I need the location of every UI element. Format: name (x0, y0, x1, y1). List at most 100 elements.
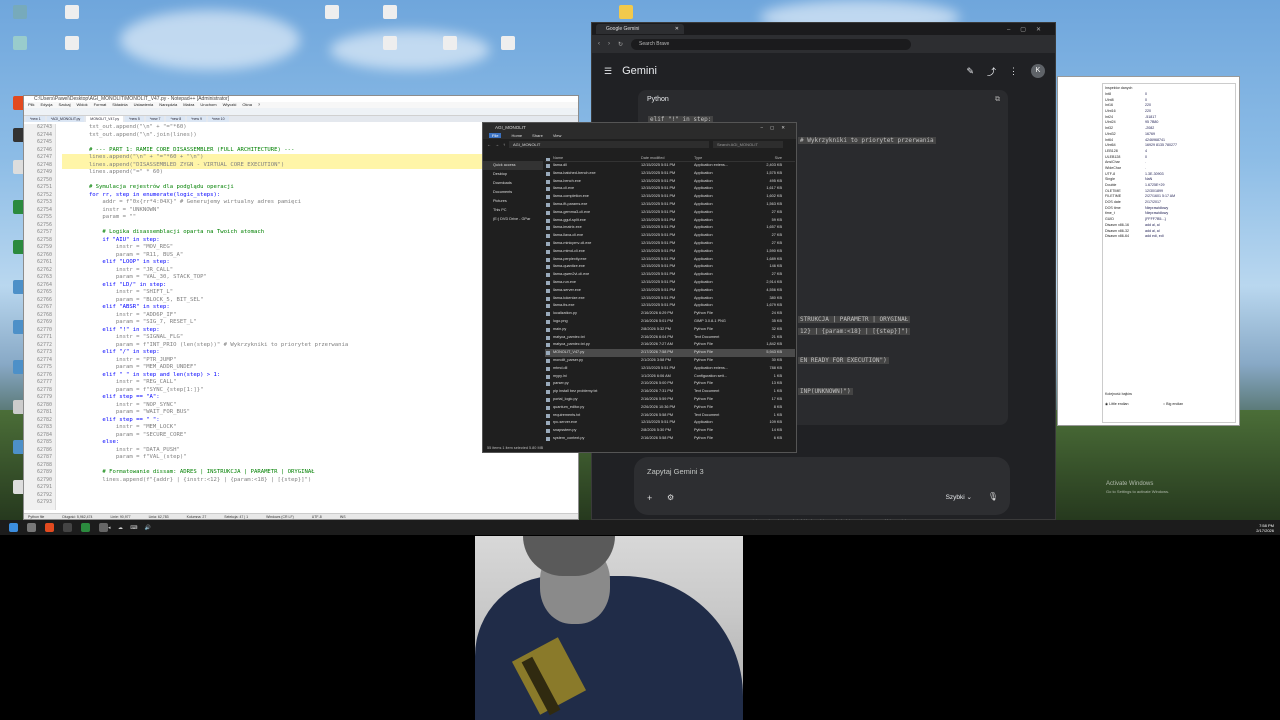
taskbar-item[interactable] (27, 523, 36, 532)
file-row[interactable]: llama-completion.exe 12/15/2025 5:51 PM Ap… (545, 193, 795, 201)
file-row[interactable]: portal_logic.py 2/16/2026 5:59 PM Python F… (545, 396, 795, 404)
file-row[interactable]: llama-tts.exe 12/15/2025 5:51 PM Applicati… (545, 302, 795, 310)
sidebar-item[interactable]: Desktop (483, 170, 543, 179)
start-icon[interactable] (9, 523, 18, 532)
python-icon[interactable] (606, 5, 646, 20)
mode-selector[interactable]: Szybki ⌄ (946, 493, 972, 501)
file-row[interactable]: rpc-server.exe 12/15/2025 5:51 PM Applicat… (545, 419, 795, 427)
desktop-icon[interactable] (488, 36, 528, 51)
taskbar-item[interactable] (99, 523, 108, 532)
desktop-icon[interactable] (430, 36, 470, 51)
ribbon-tab[interactable]: Share (532, 133, 543, 138)
file-row[interactable]: llama-mtmd-cli.exe 12/15/2025 5:51 PM Appl… (545, 248, 795, 256)
file-row[interactable]: logo.png 2/16/2026 5:01 PM GIMP 3.0.8-1 PN… (545, 318, 795, 326)
sidebar-item[interactable]: Pictures (483, 197, 543, 206)
menu-item[interactable]: Format (94, 102, 107, 107)
file-row[interactable]: matyca_pamiec.txt.py 2/16/2026 7:27 AM Pyt… (545, 341, 795, 349)
share-icon[interactable]: ⤴ (987, 65, 996, 78)
file-row[interactable]: mtmd.dll 12/15/2025 5:51 PM Application ex… (545, 365, 795, 373)
sidebar-item[interactable]: Downloads (483, 179, 543, 188)
file-row[interactable]: llama-batched-bench.exe 12/15/2025 5:51 P… (545, 170, 795, 178)
file-row[interactable]: llama-gguf-split.exe 12/15/2025 5:51 PM Ap… (545, 217, 795, 225)
menu-item[interactable]: Składnia (112, 102, 127, 107)
hex-editor-window[interactable]: Inspektor danych Int8 0 UInt8 0 Int16 220 UInt… (1057, 76, 1240, 426)
file-row[interactable]: llama-server.exe 12/15/2025 5:51 PM Applic… (545, 287, 795, 295)
menu-item[interactable]: ? (258, 102, 260, 107)
window-controls[interactable]: –▢✕ (760, 123, 792, 132)
file-row[interactable]: llama-run.exe 12/15/2025 5:51 PM Applicati… (545, 279, 795, 287)
back-icon[interactable]: ← (487, 142, 491, 147)
copy-icon[interactable]: ⧉ (995, 96, 1000, 104)
sidebar-item[interactable]: Documents (483, 188, 543, 197)
prompt-box[interactable]: Zapytaj Gemini 3 + ⚙ Szybki ⌄ 🎙 (634, 457, 1010, 515)
desktop-icon[interactable] (370, 5, 410, 20)
file-row[interactable]: llama-minicpmv-cli.exe 12/15/2025 5:51 PM… (545, 240, 795, 248)
ribbon-tab[interactable]: File (489, 133, 502, 138)
file-row[interactable]: localization.py 2/16/2026 6:29 PM Python F… (545, 310, 795, 318)
desktop-icon[interactable] (0, 5, 40, 20)
file-row[interactable]: system_context.py 2/16/2026 5:58 PM Python… (545, 435, 795, 443)
address-bar[interactable]: Search Brave (631, 38, 912, 50)
clock[interactable]: 7:58 PM 2/17/2026 (1256, 523, 1280, 533)
menu-item[interactable]: Ustawienia (134, 102, 154, 107)
file-row[interactable]: parser.py 2/10/2026 5:00 PM Python File 13 … (545, 380, 795, 388)
brave-taskbar-icon[interactable] (45, 523, 54, 532)
editor-tab[interactable]: *new 8 (166, 116, 186, 122)
file-row[interactable]: llama-fit-params.exe 12/15/2025 5:51 PM Ap… (545, 201, 795, 209)
big-endian-option[interactable]: ○ Big endian (1163, 402, 1183, 406)
file-row[interactable]: llama-perplexity.exe 12/15/2025 5:51 PM Ap… (545, 256, 795, 264)
sidebar-item[interactable]: This PC (483, 206, 543, 215)
file-row[interactable]: matyca_pamiec.txt 2/16/2026 6:04 PM Text D… (545, 334, 795, 342)
editor-tab[interactable]: *AGI_MONOLIT.py (46, 116, 85, 122)
ribbon-tab[interactable]: View (553, 133, 562, 138)
file-row[interactable]: llama-imatrix.exe 12/15/2025 5:51 PM Appli… (545, 224, 795, 232)
editor-tab[interactable]: *new 9 (187, 116, 206, 122)
forward-icon[interactable]: → (495, 142, 499, 147)
file-row[interactable]: llama-bench.exe 12/15/2025 5:51 PM Applica… (545, 178, 795, 186)
editor-tab[interactable]: *new 5 (125, 116, 144, 122)
add-icon[interactable]: + (647, 493, 652, 503)
menu-item[interactable]: Szukaj (58, 102, 70, 107)
more-options-icon[interactable]: ⋮ (1009, 66, 1018, 77)
back-icon[interactable]: ‹ (598, 41, 600, 47)
file-explorer-window[interactable]: AGI_MONOLIT –▢✕ File Home Share View ← → ↑ … (482, 122, 797, 453)
menu-item[interactable]: Wtyczki (223, 102, 237, 107)
desktop-icon[interactable] (370, 36, 410, 51)
editor-tab[interactable]: *new 10 (207, 116, 229, 122)
file-row[interactable]: requirements.txt 2/16/2026 5:58 PM Text Do… (545, 412, 795, 420)
tools-icon[interactable]: ⚙ (667, 493, 674, 502)
file-row[interactable]: MONOLIT_V47.py 2/17/2026 7:58 PM Python Fi… (545, 349, 795, 357)
search-input[interactable]: Search AGI_MONOLIT (713, 140, 783, 148)
file-row[interactable]: llama-cli.exe 12/15/2025 5:51 PM Applicati… (545, 185, 795, 193)
file-row[interactable]: monolit_parser.py 2/1/2026 3:58 PM Python … (545, 357, 795, 365)
file-row[interactable]: llama-quantize.exe 12/15/2025 5:51 PM Appl… (545, 263, 795, 271)
menu-item[interactable]: Uruchom (200, 102, 216, 107)
taskbar-item[interactable] (81, 523, 90, 532)
system-tray[interactable]: ◂ ☁ ⌨ 🔊 (108, 525, 154, 531)
file-row[interactable]: pip install bez problemy.txt 2/16/2026 7:… (545, 388, 795, 396)
file-row[interactable]: mypy.ini 1/1/2026 6:06 AM Configuration se… (545, 373, 795, 381)
path-bar[interactable]: AGI_MONOLIT (509, 140, 709, 148)
file-row[interactable]: llama-tokenize.exe 12/15/2025 5:51 PM Appl… (545, 295, 795, 303)
file-row[interactable]: snapsstem.py 2/8/2026 5:30 PM Python File 1… (545, 427, 795, 435)
ribbon-tab[interactable]: Home (511, 133, 522, 138)
menu-item[interactable]: Narzędzia (159, 102, 177, 107)
column-header[interactable]: Date modified (641, 156, 694, 161)
new-chat-icon[interactable]: ✎ (966, 66, 974, 77)
desktop-icon[interactable] (0, 36, 40, 51)
file-row[interactable]: llama-llava-cli.exe 12/15/2025 5:51 PM App… (545, 232, 795, 240)
prompt-input[interactable]: Zapytaj Gemini 3 (647, 467, 704, 476)
editor-tab[interactable]: MONOLIT_V47.py (86, 116, 124, 122)
taskbar-item[interactable] (63, 523, 72, 532)
file-row[interactable]: llama.dll 12/15/2025 5:51 PM Application e… (545, 162, 795, 170)
file-row[interactable]: main.py 2/8/2026 5:32 PM Python File 32 KB (545, 326, 795, 334)
desktop-icon[interactable] (312, 5, 352, 20)
avatar[interactable]: K (1031, 64, 1045, 78)
inspector-row[interactable]: Disasm x86-64 add edi, edi (1103, 234, 1235, 240)
column-header[interactable]: Type (694, 156, 742, 161)
file-row[interactable]: llama-qwen2vl-cli.exe 12/15/2025 5:51 PM A… (545, 271, 795, 279)
close-tab-icon[interactable]: ✕ (675, 24, 679, 34)
forward-icon[interactable]: › (608, 41, 610, 47)
menu-item[interactable]: Edycja (40, 102, 52, 107)
browser-tab[interactable]: Google Gemini ✕ (596, 24, 684, 34)
